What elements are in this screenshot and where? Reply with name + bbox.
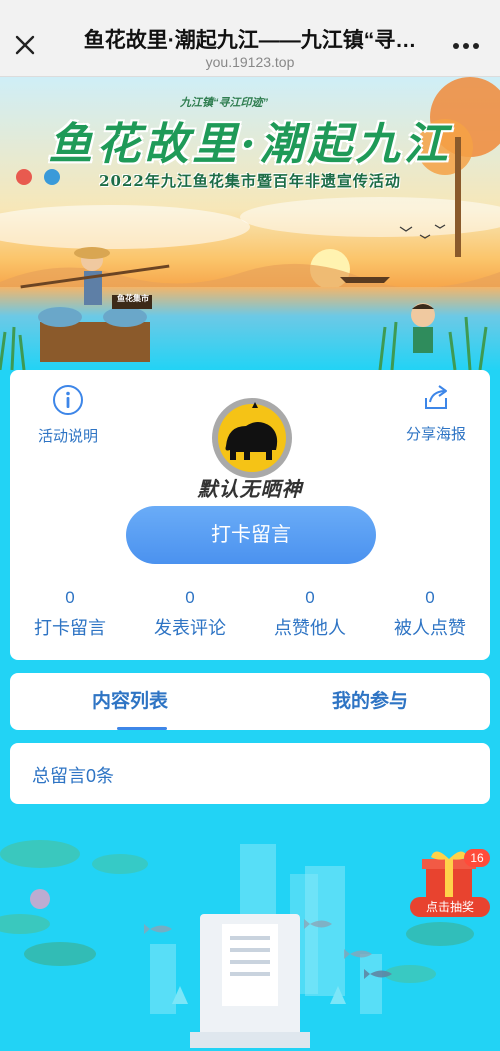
lottery-label: 点击抽奖: [410, 897, 490, 917]
tab-bar: 内容列表 我的参与: [10, 673, 490, 730]
stat-comments[interactable]: 0 发表评论: [130, 588, 250, 640]
banner-title: 鱼花故里·潮起九江: [48, 119, 452, 170]
checkin-message-button[interactable]: 打卡留言: [126, 506, 376, 564]
empty-state-illustration: [0, 840, 474, 1048]
activity-info-button[interactable]: 活动说明: [18, 384, 118, 446]
activity-info-label: 活动说明: [37, 428, 98, 445]
event-banner: 九江镇“寻江印迹” 鱼花故里·潮起九江 2022年九江鱼花集市暨百年非遗宣传活动…: [0, 77, 500, 370]
close-icon[interactable]: [10, 30, 40, 60]
user-stats: 0 打卡留言 0 发表评论 0 点赞他人 0 被人点赞: [10, 588, 490, 640]
lottery-count-badge: 16: [464, 849, 490, 867]
stat-label: 被人点赞: [394, 618, 466, 638]
more-icon[interactable]: [448, 34, 484, 58]
info-icon: [53, 385, 83, 415]
page-title: 鱼花故里·潮起九江——九江镇“寻…: [83, 29, 417, 52]
stat-value: 0: [425, 588, 435, 607]
stat-checkins[interactable]: 0 打卡留言: [10, 588, 130, 640]
stat-value: 0: [185, 588, 195, 607]
banner-subtitle: 2022年九江鱼花集市暨百年非遗宣传活动: [99, 172, 401, 190]
tab-my-participation[interactable]: 我的参与: [250, 673, 490, 730]
lottery-button[interactable]: 16 点击抽奖: [410, 847, 490, 921]
stat-label: 打卡留言: [34, 618, 106, 638]
share-icon: [425, 385, 447, 409]
total-messages-card: 总留言0条: [10, 743, 490, 804]
stat-value: 0: [305, 588, 315, 607]
share-poster-label: 分享海报: [405, 426, 466, 443]
stat-likes-given[interactable]: 0 点赞他人: [250, 588, 370, 640]
stat-value: 0: [65, 588, 75, 607]
nav-bar: 鱼花故里·潮起九江——九江镇“寻… you.19123.top: [0, 10, 500, 77]
stat-label: 发表评论: [154, 618, 226, 638]
tab-content-list[interactable]: 内容列表: [10, 673, 250, 730]
stall-sign: 鱼花集市: [117, 294, 149, 303]
share-poster-button[interactable]: 分享海报: [386, 382, 486, 444]
status-bar: [0, 0, 500, 10]
user-nickname: 默认无晒神: [197, 479, 303, 501]
page-url: you.19123.top: [205, 54, 295, 70]
stat-likes-received[interactable]: 0 被人点赞: [370, 588, 490, 640]
active-tab-indicator: [117, 727, 167, 730]
total-messages: 总留言0条: [32, 766, 115, 786]
stat-label: 点赞他人: [274, 618, 346, 638]
user-card: 活动说明 默认无晒神 分享海报 打卡留言 0 打卡留言 0 发表评论 0 点赞他…: [10, 370, 490, 660]
